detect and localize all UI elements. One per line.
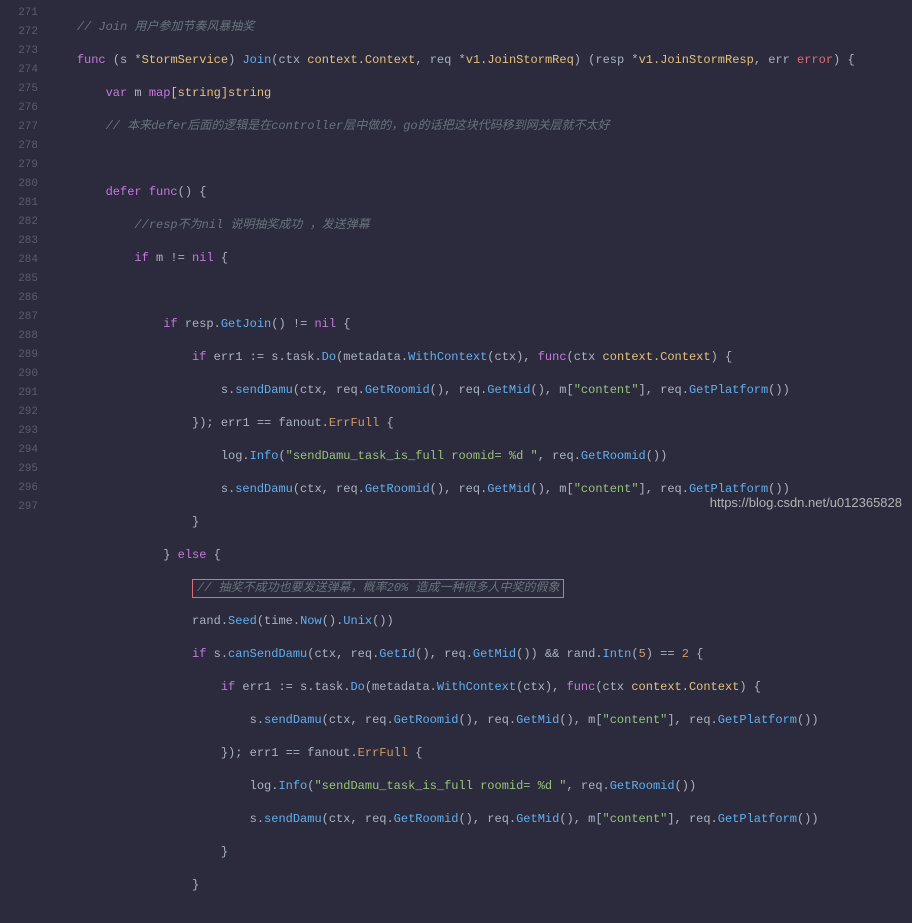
line-number: 272 xyxy=(0,23,48,42)
line-number: 291 xyxy=(0,384,48,403)
line-number: 296 xyxy=(0,479,48,498)
code-line: if err1 := s.task.Do(metadata.WithContex… xyxy=(48,678,912,697)
code-line: if err1 := s.task.Do(metadata.WithContex… xyxy=(48,348,912,367)
line-number: 274 xyxy=(0,61,48,80)
line-number: 295 xyxy=(0,460,48,479)
line-number: 294 xyxy=(0,441,48,460)
code-line: rand.Seed(time.Now().Unix()) xyxy=(48,612,912,631)
code-line: // 抽奖不成功也要发送弹幕，概率20% 造成一种很多人中奖的假象 xyxy=(48,579,912,598)
line-number: 287 xyxy=(0,308,48,327)
code-line: }); err1 == fanout.ErrFull { xyxy=(48,414,912,433)
code-line: func (s *StormService) Join(ctx context.… xyxy=(48,51,912,70)
comment: // 本来defer后面的逻辑是在controller层中做的，go的话把这块代… xyxy=(106,119,610,133)
line-number: 289 xyxy=(0,346,48,365)
code-line: } else { xyxy=(48,546,912,565)
code-line: s.sendDamu(ctx, req.GetRoomid(), req.Get… xyxy=(48,810,912,829)
line-number: 279 xyxy=(0,156,48,175)
code-line: s.sendDamu(ctx, req.GetRoomid(), req.Get… xyxy=(48,381,912,400)
code-line xyxy=(48,150,912,169)
line-number: 288 xyxy=(0,327,48,346)
code-line: if resp.GetJoin() != nil { xyxy=(48,315,912,334)
code-line: } xyxy=(48,843,912,862)
code-area[interactable]: // Join 用户参加节奏风暴抽奖 func (s *StormService… xyxy=(48,0,912,520)
line-number: 297 xyxy=(0,498,48,517)
code-line: if m != nil { xyxy=(48,249,912,268)
code-line: } xyxy=(48,513,912,532)
line-number: 293 xyxy=(0,422,48,441)
code-line: log.Info("sendDamu_task_is_full roomid= … xyxy=(48,777,912,796)
line-number: 283 xyxy=(0,232,48,251)
line-number: 285 xyxy=(0,270,48,289)
line-number: 275 xyxy=(0,80,48,99)
line-number: 290 xyxy=(0,365,48,384)
code-line: }); err1 == fanout.ErrFull { xyxy=(48,744,912,763)
line-number: 284 xyxy=(0,251,48,270)
line-number: 280 xyxy=(0,175,48,194)
code-line xyxy=(48,282,912,301)
line-number: 282 xyxy=(0,213,48,232)
line-number: 278 xyxy=(0,137,48,156)
code-line: // 本来defer后面的逻辑是在controller层中做的，go的话把这块代… xyxy=(48,117,912,136)
line-number: 281 xyxy=(0,194,48,213)
code-line: } xyxy=(48,876,912,895)
line-number: 271 xyxy=(0,4,48,23)
code-line: defer func() { xyxy=(48,183,912,202)
code-line: if s.canSendDamu(ctx, req.GetId(), req.G… xyxy=(48,645,912,664)
line-number: 292 xyxy=(0,403,48,422)
line-number: 276 xyxy=(0,99,48,118)
watermark-text: https://blog.csdn.net/u012365828 xyxy=(710,495,902,510)
code-line: s.sendDamu(ctx, req.GetRoomid(), req.Get… xyxy=(48,711,912,730)
code-line: log.Info("sendDamu_task_is_full roomid= … xyxy=(48,447,912,466)
code-editor[interactable]: 2712722732742752762772782792802812822832… xyxy=(0,0,912,520)
code-line: var m map[string]string xyxy=(48,84,912,103)
highlighted-comment: // 抽奖不成功也要发送弹幕，概率20% 造成一种很多人中奖的假象 xyxy=(192,579,564,598)
comment: //resp不为nil 说明抽奖成功 ，发送弹幕 xyxy=(134,218,369,232)
line-number-gutter: 2712722732742752762772782792802812822832… xyxy=(0,0,48,520)
comment: // Join 用户参加节奏风暴抽奖 xyxy=(77,20,255,34)
line-number: 286 xyxy=(0,289,48,308)
line-number: 273 xyxy=(0,42,48,61)
line-number: 277 xyxy=(0,118,48,137)
code-line: //resp不为nil 说明抽奖成功 ，发送弹幕 xyxy=(48,216,912,235)
code-line: // Join 用户参加节奏风暴抽奖 xyxy=(48,18,912,37)
